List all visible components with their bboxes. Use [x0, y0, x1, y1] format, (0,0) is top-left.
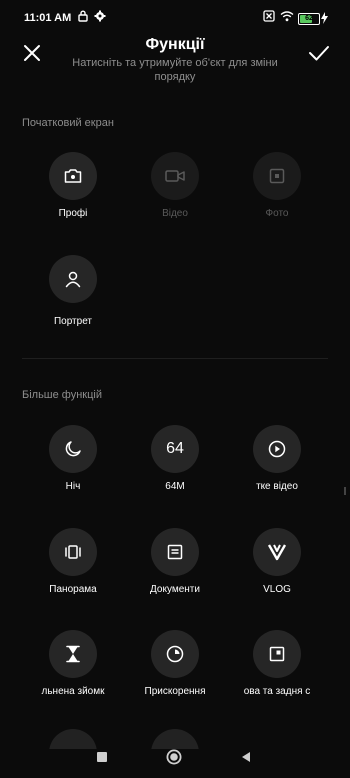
mode-64m[interactable]: 64 64M — [120, 425, 230, 515]
mode-pro[interactable]: Профі — [18, 152, 128, 242]
scroll-edge-hint — [344, 487, 346, 495]
mode-64m-glyph: 64 — [166, 440, 184, 457]
photo-shutter-icon — [253, 152, 301, 200]
mode-portrait[interactable]: Портрет — [18, 255, 128, 345]
mode-documents[interactable]: Документи — [120, 528, 230, 618]
home-circle-icon[interactable] — [166, 749, 182, 765]
video-camera-icon — [151, 152, 199, 200]
mode-slow-motion[interactable]: льнена зйомк — [18, 630, 128, 720]
status-time: 11:01 AM — [24, 12, 72, 24]
mode-label: Прискорення — [144, 686, 206, 697]
document-icon — [151, 528, 199, 576]
hourglass-icon — [49, 630, 97, 678]
mode-timelapse[interactable]: Прискорення — [120, 630, 230, 720]
mode-label: ова та задня с — [243, 686, 311, 697]
navigation-bar — [0, 730, 350, 778]
mode-label: Відео — [162, 208, 188, 219]
mode-label: Панорама — [49, 584, 97, 595]
mode-label: Фото — [265, 208, 289, 219]
play-circle-icon — [253, 425, 301, 473]
mode-vlog[interactable]: VLOG — [222, 528, 332, 618]
charging-icon — [321, 12, 328, 24]
battery-level: 62 — [305, 15, 313, 22]
status-bar: 11:01 AM 62 — [0, 0, 350, 36]
mode-label: Портрет — [53, 316, 93, 327]
dual-view-icon — [253, 630, 301, 678]
section-divider — [22, 358, 328, 359]
mode-label: Профі — [58, 208, 88, 219]
battery-indicator: 62 — [298, 13, 320, 25]
mode-label: Документи — [150, 584, 200, 595]
timelapse-icon — [151, 630, 199, 678]
confirm-check-icon[interactable] — [306, 40, 332, 66]
mode-label: VLOG — [263, 584, 291, 595]
moon-icon — [49, 425, 97, 473]
header: Функції Натисніть та утримуйте об'єкт дл… — [0, 36, 350, 92]
back-triangle-icon[interactable] — [241, 751, 251, 763]
mode-label: Ніч — [65, 481, 81, 492]
page-subtitle: Натисніть та утримуйте об'єкт для зміни … — [72, 57, 278, 83]
mode-dual-view[interactable]: ова та задня с — [222, 630, 332, 720]
mode-video[interactable]: Відео — [120, 152, 230, 242]
mode-short-video[interactable]: ткe відео — [222, 425, 332, 515]
section-home-label: Початковий екран — [22, 117, 114, 129]
mode-panorama[interactable]: Панорама — [18, 528, 128, 618]
mode-label: льнена зйомк — [41, 686, 105, 697]
mode-label: 64M — [165, 481, 185, 492]
mode-photo[interactable]: Фото — [222, 152, 332, 242]
vlog-icon — [253, 528, 301, 576]
page-title: Функції — [145, 36, 205, 53]
no-sim-icon — [263, 10, 275, 22]
64-text-icon: 64 — [151, 425, 199, 473]
settings-gear-icon — [94, 10, 106, 22]
recents-square-icon[interactable] — [97, 752, 107, 762]
panorama-icon — [49, 528, 97, 576]
mode-label: ткe відео — [256, 481, 298, 492]
wifi-icon — [280, 11, 294, 22]
person-icon — [49, 255, 97, 303]
section-more-label: Більше функцій — [22, 389, 103, 401]
lock-icon — [78, 10, 88, 22]
mode-night[interactable]: Ніч — [18, 425, 128, 515]
camera-icon — [49, 152, 97, 200]
